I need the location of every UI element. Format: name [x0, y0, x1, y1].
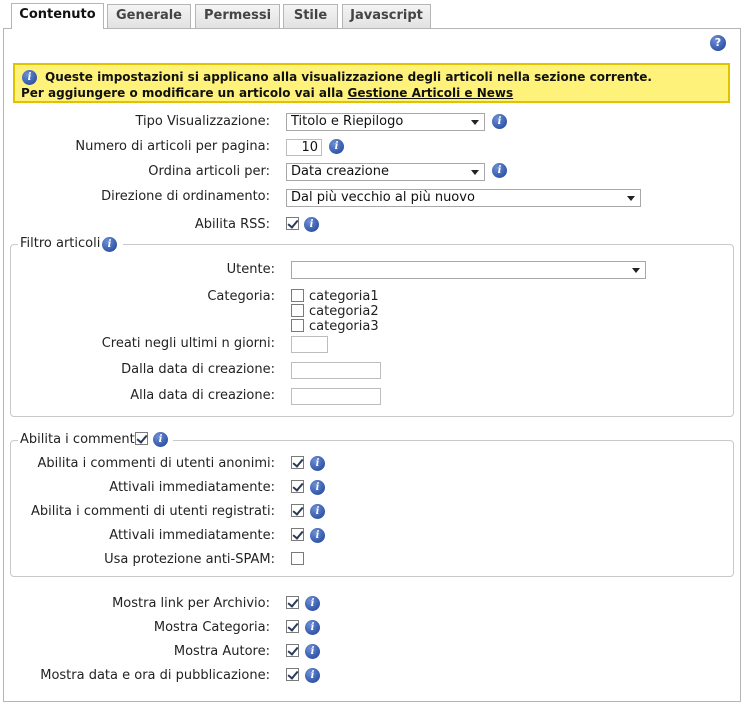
tipo-visualizzazione-value: Titolo e Riepilogo: [291, 114, 404, 129]
anti-spam-label: Usa protezione anti-SPAM:: [104, 552, 275, 567]
filtro-articoli-title: Filtro articoli: [20, 236, 101, 251]
info-icon[interactable]: i: [310, 480, 325, 495]
info-icon[interactable]: i: [329, 139, 344, 154]
info-icon[interactable]: i: [305, 620, 320, 635]
chevron-down-icon: [471, 120, 479, 125]
info-icon[interactable]: i: [305, 668, 320, 683]
categoria-label: Categoria:: [207, 289, 275, 304]
categoria2-checkbox[interactable]: [291, 304, 304, 317]
attivali-registrati-label: Attivali immediatamente:: [109, 528, 275, 543]
tipo-visualizzazione-select[interactable]: Titolo e Riepilogo: [286, 113, 485, 131]
ultimi-giorni-label: Creati negli ultimi n giorni:: [101, 336, 275, 351]
attivali-registrati-checkbox[interactable]: [291, 528, 304, 541]
info-icon[interactable]: i: [310, 528, 325, 543]
dalla-data-input[interactable]: [291, 362, 381, 379]
info-icon[interactable]: i: [492, 114, 507, 129]
abilita-commenti-checkbox[interactable]: [135, 432, 148, 445]
info-icon[interactable]: i: [153, 432, 168, 447]
chevron-down-icon: [627, 196, 635, 201]
mostra-categoria-label: Mostra Categoria:: [153, 620, 270, 635]
ultimi-giorni-input[interactable]: [291, 336, 328, 353]
mostra-archivio-checkbox[interactable]: [286, 596, 299, 609]
abilita-rss-label: Abilita RSS:: [194, 217, 270, 232]
anti-spam-checkbox[interactable]: [291, 552, 304, 565]
tab-generale[interactable]: Generale: [107, 4, 191, 28]
info-icon[interactable]: i: [102, 237, 117, 252]
utente-label: Utente:: [226, 262, 275, 277]
commenti-title: Abilita i commenti: [20, 432, 139, 447]
attivali-anonimi-label: Attivali immediatamente:: [109, 480, 275, 495]
categoria3-label: categoria3: [309, 319, 379, 334]
direzione-ordinamento-select[interactable]: Dal più vecchio al più nuovo: [286, 189, 641, 207]
info-notice: i Queste impostazioni si applicano alla …: [13, 63, 730, 103]
info-icon[interactable]: i: [310, 504, 325, 519]
commenti-registrati-label: Abilita i commenti di utenti registrati:: [30, 504, 275, 519]
info-icon[interactable]: i: [305, 596, 320, 611]
commenti-registrati-checkbox[interactable]: [291, 504, 304, 517]
numero-articoli-input[interactable]: 10: [286, 139, 322, 156]
tab-permessi[interactable]: Permessi: [195, 4, 280, 28]
commenti-anonimi-checkbox[interactable]: [291, 456, 304, 469]
question-icon[interactable]: ?: [710, 35, 726, 51]
chevron-down-icon: [471, 170, 479, 175]
categoria1-checkbox[interactable]: [291, 289, 304, 302]
tab-stile[interactable]: Stile: [283, 4, 338, 28]
alla-data-label: Alla data di creazione:: [130, 388, 275, 403]
attivali-anonimi-checkbox[interactable]: [291, 480, 304, 493]
chevron-down-icon: [632, 268, 640, 273]
dalla-data-label: Dalla data di creazione:: [121, 362, 275, 377]
abilita-rss-checkbox[interactable]: [286, 217, 299, 230]
mostra-autore-label: Mostra Autore:: [173, 644, 270, 659]
tab-javascript[interactable]: Javascript: [342, 4, 431, 28]
notice-text-2: Per aggiungere o modificare un articolo …: [21, 85, 722, 101]
mostra-categoria-checkbox[interactable]: [286, 620, 299, 633]
ordina-articoli-value: Data creazione: [291, 164, 389, 179]
info-icon[interactable]: i: [305, 644, 320, 659]
alla-data-input[interactable]: [291, 388, 381, 405]
tab-bar: Contenuto Generale Permessi Stile Javasc…: [0, 0, 744, 29]
tipo-visualizzazione-label: Tipo Visualizzazione:: [135, 114, 270, 129]
mostra-data-checkbox[interactable]: [286, 668, 299, 681]
commenti-anonimi-label: Abilita i commenti di utenti anonimi:: [37, 456, 275, 471]
gestione-articoli-link[interactable]: Gestione Articoli e News: [348, 86, 514, 100]
info-icon[interactable]: i: [492, 163, 507, 178]
mostra-data-label: Mostra data e ora di pubblicazione:: [40, 668, 270, 683]
notice-text-1: Queste impostazioni si applicano alla vi…: [45, 70, 652, 84]
tab-contenuto[interactable]: Contenuto: [11, 3, 104, 29]
categoria1-label: categoria1: [309, 289, 379, 304]
info-icon: i: [22, 70, 37, 85]
ordina-articoli-label: Ordina articoli per:: [148, 164, 270, 179]
utente-select[interactable]: [291, 261, 646, 279]
ordina-articoli-select[interactable]: Data creazione: [286, 163, 485, 181]
categoria3-checkbox[interactable]: [291, 319, 304, 332]
info-icon[interactable]: i: [310, 456, 325, 471]
direzione-ordinamento-value: Dal più vecchio al più nuovo: [291, 190, 475, 205]
mostra-autore-checkbox[interactable]: [286, 644, 299, 657]
info-icon[interactable]: i: [304, 217, 319, 232]
direzione-ordinamento-label: Direzione di ordinamento:: [101, 189, 270, 204]
commenti-legend: Abilita i commenti: [18, 432, 174, 447]
notice-prefix: Per aggiungere o modificare un articolo …: [21, 86, 348, 100]
numero-articoli-label: Numero di articoli per pagina:: [75, 139, 270, 154]
categoria2-label: categoria2: [309, 304, 379, 319]
mostra-archivio-label: Mostra link per Archivio:: [112, 596, 270, 611]
